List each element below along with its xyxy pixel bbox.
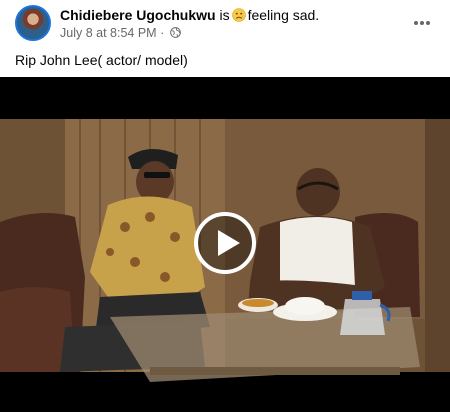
play-icon [193, 212, 257, 279]
sad-face-emoji-icon [231, 8, 246, 22]
globe-icon[interactable] [169, 26, 181, 38]
play-button[interactable] [193, 211, 257, 275]
author-avatar[interactable] [15, 5, 51, 41]
author-line: Chidiebere Ugochukwu is feeling sad. [60, 6, 319, 24]
video-player[interactable] [0, 77, 450, 412]
more-horizontal-icon [413, 13, 431, 31]
post-timestamp[interactable]: July 8 at 8:54 PM [60, 26, 157, 40]
post-text: Rip John Lee( actor/ model) [15, 52, 188, 68]
author-name[interactable]: Chidiebere Ugochukwu [60, 7, 216, 23]
post-meta: July 8 at 8:54 PM · [60, 25, 181, 41]
activity-suffix: feeling sad. [247, 7, 320, 23]
activity-prefix: is [219, 7, 230, 23]
meta-separator: · [160, 26, 165, 40]
post-header: Chidiebere Ugochukwu is feeling sad. July… [0, 0, 450, 46]
more-options-button[interactable] [410, 10, 434, 34]
